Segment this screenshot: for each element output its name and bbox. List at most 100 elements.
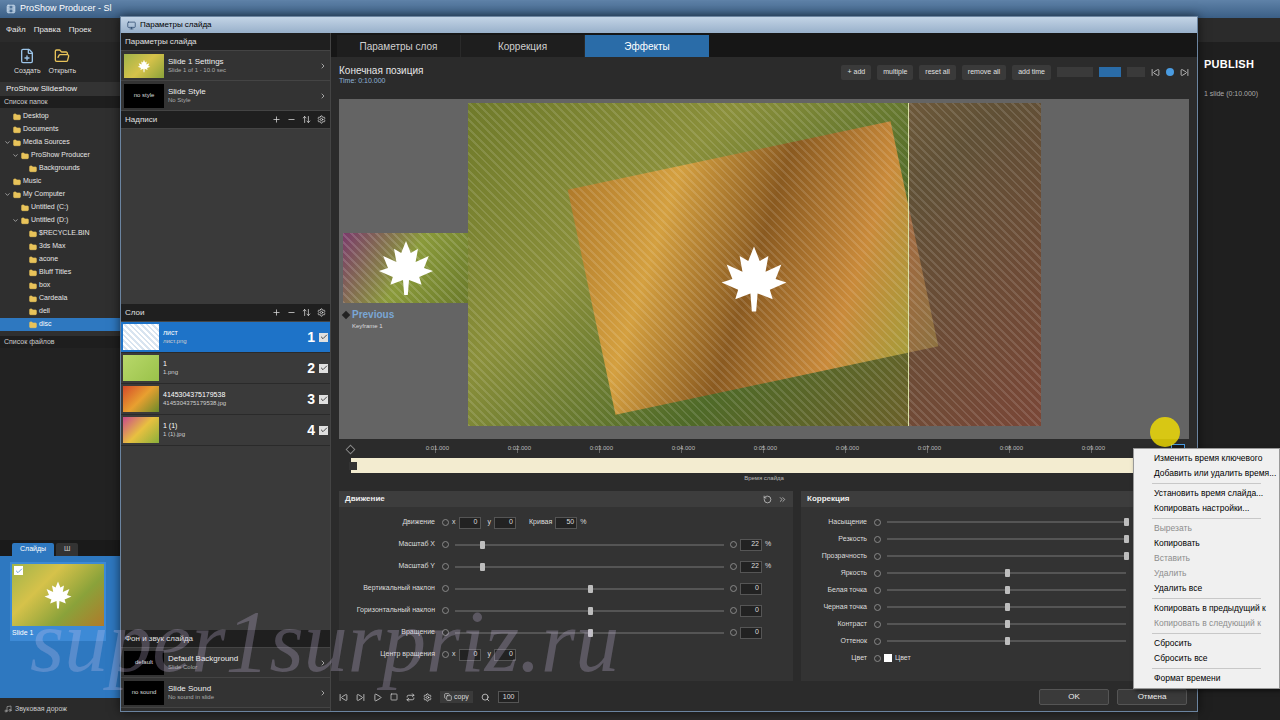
slider-track[interactable] — [887, 572, 1126, 574]
context-menu-item[interactable]: Установить время слайда... — [1134, 486, 1279, 501]
context-menu-item[interactable]: Копировать настройки... — [1134, 501, 1279, 516]
value-field[interactable]: 0 — [740, 583, 762, 595]
radio-button[interactable] — [874, 621, 881, 628]
keyframe-button[interactable]: reset all — [919, 65, 956, 80]
folder-item[interactable]: Bluff Titles — [0, 266, 120, 279]
context-menu-item[interactable]: Копировать в предыдущий к — [1134, 601, 1279, 616]
radio-button[interactable] — [874, 519, 881, 526]
previous-keyframe-thumbnail[interactable] — [343, 233, 468, 303]
context-menu-item[interactable]: Формат времени — [1134, 671, 1279, 686]
slider-track[interactable] — [455, 610, 724, 612]
timeline-bar[interactable] — [351, 458, 1177, 473]
stop-icon[interactable] — [390, 693, 398, 701]
view-toggle[interactable] — [1127, 67, 1145, 77]
view-toggle[interactable] — [1099, 67, 1121, 77]
context-menu-item[interactable]: Удалить все — [1134, 581, 1279, 596]
folder-item[interactable]: Desktop — [0, 110, 120, 123]
folder-item[interactable]: Music — [0, 175, 120, 188]
slider-track[interactable] — [887, 589, 1126, 591]
radio-button[interactable] — [874, 553, 881, 560]
slide-tab[interactable]: Слайды — [12, 543, 54, 556]
slide-checkbox[interactable] — [14, 566, 23, 575]
radio-button[interactable] — [874, 536, 881, 543]
toolbar-button[interactable]: Открыть — [49, 48, 77, 77]
radio-button[interactable] — [442, 519, 449, 526]
next-keyframe-icon[interactable] — [1180, 68, 1189, 77]
layer-row[interactable]: 11.png2 — [121, 353, 330, 384]
folder-item[interactable]: disc — [0, 318, 120, 331]
keyframe-button[interactable]: multiple — [877, 65, 913, 80]
slider-thumb[interactable] — [588, 607, 593, 615]
slide-settings-row[interactable]: Slide 1 SettingsSlide 1 of 1 - 10.0 sec — [121, 51, 330, 81]
gear-icon[interactable] — [317, 115, 326, 124]
gear-icon[interactable] — [317, 308, 326, 317]
value-field[interactable]: 22 — [740, 561, 762, 573]
radio-button[interactable] — [874, 570, 881, 577]
zoom-icon[interactable] — [481, 693, 490, 702]
expand-arrow-icon[interactable] — [319, 659, 327, 667]
radio-button[interactable] — [730, 629, 737, 636]
layer-checkbox[interactable] — [319, 333, 328, 342]
slider-thumb[interactable] — [480, 563, 485, 571]
play-icon[interactable] — [373, 693, 382, 702]
radio-button[interactable] — [874, 638, 881, 645]
slider-thumb[interactable] — [1124, 535, 1129, 543]
value-field[interactable]: 0 — [740, 605, 762, 617]
remove-icon[interactable] — [287, 115, 296, 124]
context-menu-item[interactable]: Сбросить все — [1134, 651, 1279, 666]
radio-button[interactable] — [442, 563, 449, 570]
folder-item[interactable]: Media Sources — [0, 136, 120, 149]
slider-track[interactable] — [887, 606, 1126, 608]
radio-button[interactable] — [442, 607, 449, 614]
previous-keyframe-icon[interactable] — [1151, 68, 1160, 77]
slider-track[interactable] — [455, 588, 724, 590]
gear-icon[interactable] — [423, 693, 432, 702]
add-icon[interactable] — [272, 115, 281, 124]
expand-arrow-icon[interactable] — [319, 689, 327, 697]
radio-button[interactable] — [442, 629, 449, 636]
value-field[interactable]: 0 — [459, 649, 481, 661]
slider-track[interactable] — [455, 632, 724, 634]
value-field[interactable]: 0 — [494, 649, 516, 661]
menu-item[interactable]: Правка — [34, 24, 61, 36]
folder-item[interactable]: 3ds Max — [0, 240, 120, 253]
radio-button[interactable] — [874, 587, 881, 594]
layer-row[interactable]: листлист.png1 — [121, 322, 330, 353]
color-swatch[interactable] — [884, 654, 892, 662]
slide-style-row[interactable]: no styleSlide StyleNo Style — [121, 81, 330, 111]
context-menu-item[interactable]: Копировать — [1134, 536, 1279, 551]
slider-thumb[interactable] — [1005, 637, 1010, 645]
folder-item[interactable]: Untitled (D:) — [0, 214, 120, 227]
radio-button[interactable] — [874, 604, 881, 611]
menu-item[interactable]: Файл — [6, 24, 26, 36]
folder-item[interactable]: acone — [0, 253, 120, 266]
slider-thumb[interactable] — [1005, 569, 1010, 577]
skip-forward-icon[interactable] — [356, 693, 365, 702]
copy-to-next-icon[interactable] — [778, 495, 787, 504]
dialog-tab[interactable]: Коррекция — [461, 35, 585, 57]
add-icon[interactable] — [272, 308, 281, 317]
expand-icon[interactable] — [4, 139, 11, 146]
background-row[interactable]: defaultDefault BackgroundSlide Color — [121, 648, 330, 678]
skip-back-icon[interactable] — [339, 693, 348, 702]
radio-button[interactable] — [442, 585, 449, 592]
keyframe-button[interactable]: add time — [1012, 65, 1051, 80]
slide-card[interactable]: Slide 1 — [10, 562, 106, 641]
keyframe-button[interactable]: + add — [841, 65, 871, 80]
dialog-tab[interactable]: Параметры слоя — [337, 35, 461, 57]
radio-button[interactable] — [730, 585, 737, 592]
folder-item[interactable]: Backgrounds — [0, 162, 120, 175]
context-menu-item[interactable]: Добавить или удалить время... — [1134, 466, 1279, 481]
radio-button[interactable] — [442, 651, 449, 658]
slider-thumb[interactable] — [1124, 518, 1129, 526]
expand-arrow-icon[interactable] — [319, 92, 327, 100]
toolbar-button[interactable]: Создать — [14, 48, 41, 77]
copy-button[interactable]: copy — [440, 691, 473, 704]
sound-row[interactable]: no soundSlide SoundNo sound in slide — [121, 678, 330, 708]
folder-item[interactable]: box — [0, 279, 120, 292]
expand-icon[interactable] — [4, 191, 11, 198]
slider-thumb[interactable] — [1005, 586, 1010, 594]
dialog-button[interactable]: OK — [1039, 689, 1109, 705]
remove-icon[interactable] — [287, 308, 296, 317]
folder-item[interactable]: My Computer — [0, 188, 120, 201]
